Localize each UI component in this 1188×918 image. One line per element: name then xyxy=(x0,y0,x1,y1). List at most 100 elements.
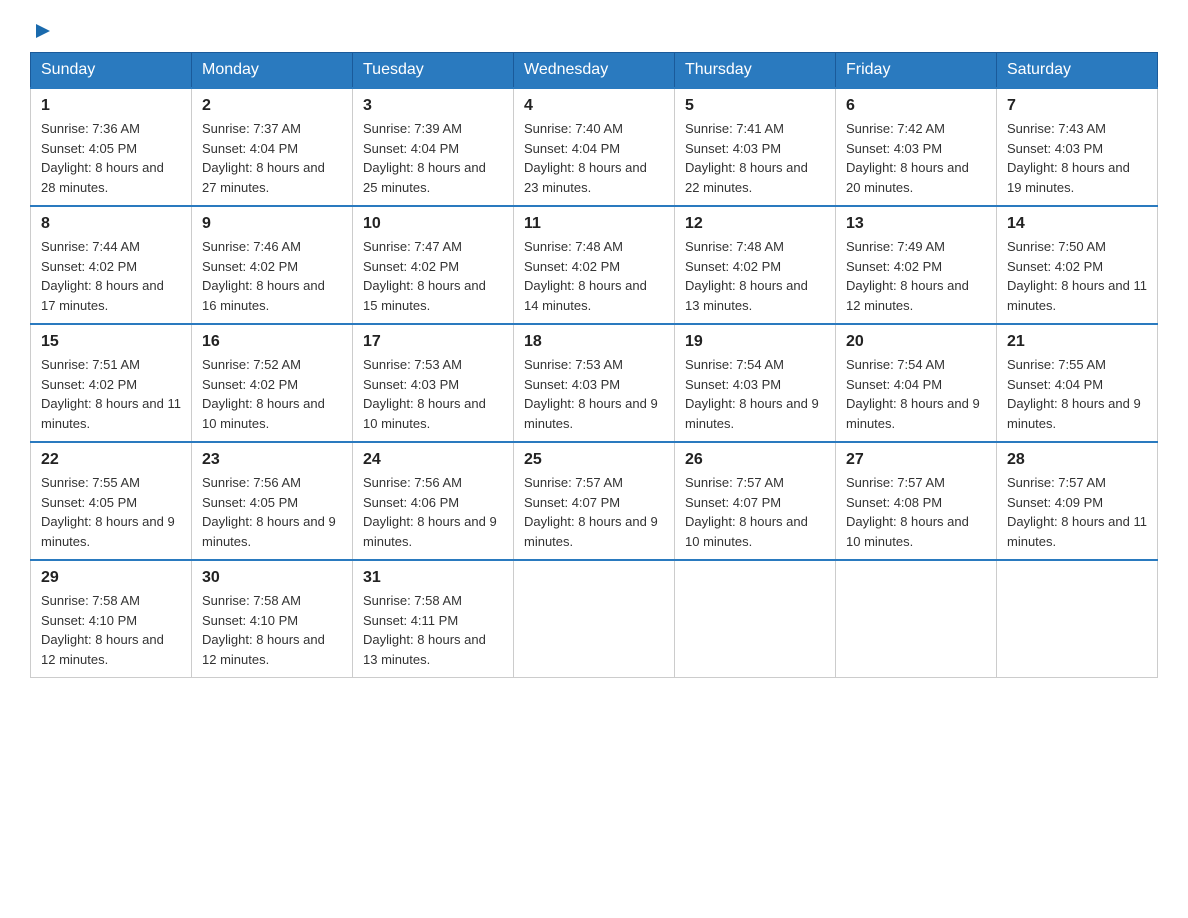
calendar-cell: 21Sunrise: 7:55 AMSunset: 4:04 PMDayligh… xyxy=(997,324,1158,442)
calendar-header-row: SundayMondayTuesdayWednesdayThursdayFrid… xyxy=(31,53,1158,89)
day-info: Sunrise: 7:36 AMSunset: 4:05 PMDaylight:… xyxy=(41,119,181,197)
day-number: 6 xyxy=(846,97,986,115)
page-header xyxy=(30,20,1158,42)
calendar-week-row: 1 Sunrise: 7:36 AMSunset: 4:05 PMDaylight… xyxy=(31,88,1158,206)
day-number: 2 xyxy=(202,97,342,115)
calendar-cell: 1 Sunrise: 7:36 AMSunset: 4:05 PMDaylight… xyxy=(31,88,192,206)
weekday-header-thursday: Thursday xyxy=(675,53,836,89)
calendar-cell: 29 Sunrise: 7:58 AMSunset: 4:10 PMDayligh… xyxy=(31,560,192,678)
calendar-cell: 2 Sunrise: 7:37 AMSunset: 4:04 PMDaylight… xyxy=(192,88,353,206)
day-number: 14 xyxy=(1007,215,1147,233)
calendar-cell: 20 Sunrise: 7:54 AMSunset: 4:04 PMDayligh… xyxy=(836,324,997,442)
calendar-cell: 11Sunrise: 7:48 AMSunset: 4:02 PMDayligh… xyxy=(514,206,675,324)
day-info: Sunrise: 7:57 AMSunset: 4:07 PMDaylight:… xyxy=(685,473,825,551)
day-number: 20 xyxy=(846,333,986,351)
weekday-header-friday: Friday xyxy=(836,53,997,89)
day-info: Sunrise: 7:57 AMSunset: 4:07 PMDaylight:… xyxy=(524,473,664,551)
day-number: 12 xyxy=(685,215,825,233)
day-info: Sunrise: 7:41 AMSunset: 4:03 PMDaylight:… xyxy=(685,119,825,197)
calendar-cell: 14 Sunrise: 7:50 AMSunset: 4:02 PMDayligh… xyxy=(997,206,1158,324)
day-info: Sunrise: 7:54 AMSunset: 4:04 PMDaylight:… xyxy=(846,355,986,433)
day-info: Sunrise: 7:49 AMSunset: 4:02 PMDaylight:… xyxy=(846,237,986,315)
day-number: 30 xyxy=(202,569,342,587)
day-number: 15 xyxy=(41,333,181,351)
day-info: Sunrise: 7:48 AMSunset: 4:02 PMDaylight:… xyxy=(685,237,825,315)
calendar-cell: 31 Sunrise: 7:58 AMSunset: 4:11 PMDayligh… xyxy=(353,560,514,678)
calendar-cell: 19 Sunrise: 7:54 AMSunset: 4:03 PMDayligh… xyxy=(675,324,836,442)
calendar-cell: 22 Sunrise: 7:55 AMSunset: 4:05 PMDayligh… xyxy=(31,442,192,560)
day-info: Sunrise: 7:55 AMSunset: 4:05 PMDaylight:… xyxy=(41,473,181,551)
day-number: 31 xyxy=(363,569,503,587)
day-info: Sunrise: 7:52 AMSunset: 4:02 PMDaylight:… xyxy=(202,355,342,433)
day-info: Sunrise: 7:47 AMSunset: 4:02 PMDaylight:… xyxy=(363,237,503,315)
weekday-header-saturday: Saturday xyxy=(997,53,1158,89)
day-number: 16 xyxy=(202,333,342,351)
calendar-cell: 18 Sunrise: 7:53 AMSunset: 4:03 PMDayligh… xyxy=(514,324,675,442)
calendar-cell: 5 Sunrise: 7:41 AMSunset: 4:03 PMDaylight… xyxy=(675,88,836,206)
calendar-cell: 8 Sunrise: 7:44 AMSunset: 4:02 PMDaylight… xyxy=(31,206,192,324)
weekday-header-tuesday: Tuesday xyxy=(353,53,514,89)
day-number: 24 xyxy=(363,451,503,469)
calendar-cell: 24Sunrise: 7:56 AMSunset: 4:06 PMDayligh… xyxy=(353,442,514,560)
day-info: Sunrise: 7:43 AMSunset: 4:03 PMDaylight:… xyxy=(1007,119,1147,197)
calendar-cell: 7 Sunrise: 7:43 AMSunset: 4:03 PMDaylight… xyxy=(997,88,1158,206)
calendar-cell: 15Sunrise: 7:51 AMSunset: 4:02 PMDayligh… xyxy=(31,324,192,442)
weekday-header-sunday: Sunday xyxy=(31,53,192,89)
day-info: Sunrise: 7:39 AMSunset: 4:04 PMDaylight:… xyxy=(363,119,503,197)
day-number: 7 xyxy=(1007,97,1147,115)
day-number: 22 xyxy=(41,451,181,469)
calendar-cell: 30Sunrise: 7:58 AMSunset: 4:10 PMDayligh… xyxy=(192,560,353,678)
logo-arrow-icon xyxy=(32,20,54,42)
weekday-header-wednesday: Wednesday xyxy=(514,53,675,89)
calendar-cell: 23Sunrise: 7:56 AMSunset: 4:05 PMDayligh… xyxy=(192,442,353,560)
day-number: 13 xyxy=(846,215,986,233)
day-info: Sunrise: 7:50 AMSunset: 4:02 PMDaylight:… xyxy=(1007,237,1147,315)
weekday-header-monday: Monday xyxy=(192,53,353,89)
logo xyxy=(30,20,54,42)
day-number: 26 xyxy=(685,451,825,469)
calendar-cell: 10 Sunrise: 7:47 AMSunset: 4:02 PMDayligh… xyxy=(353,206,514,324)
calendar-cell: 17 Sunrise: 7:53 AMSunset: 4:03 PMDayligh… xyxy=(353,324,514,442)
calendar-week-row: 8 Sunrise: 7:44 AMSunset: 4:02 PMDaylight… xyxy=(31,206,1158,324)
calendar-cell: 25 Sunrise: 7:57 AMSunset: 4:07 PMDayligh… xyxy=(514,442,675,560)
day-info: Sunrise: 7:58 AMSunset: 4:11 PMDaylight:… xyxy=(363,591,503,669)
calendar-week-row: 29 Sunrise: 7:58 AMSunset: 4:10 PMDayligh… xyxy=(31,560,1158,678)
calendar-cell: 27 Sunrise: 7:57 AMSunset: 4:08 PMDayligh… xyxy=(836,442,997,560)
day-info: Sunrise: 7:54 AMSunset: 4:03 PMDaylight:… xyxy=(685,355,825,433)
day-number: 4 xyxy=(524,97,664,115)
calendar-cell xyxy=(836,560,997,678)
calendar-cell xyxy=(997,560,1158,678)
day-number: 21 xyxy=(1007,333,1147,351)
calendar-cell: 6Sunrise: 7:42 AMSunset: 4:03 PMDaylight… xyxy=(836,88,997,206)
day-number: 27 xyxy=(846,451,986,469)
day-number: 3 xyxy=(363,97,503,115)
day-number: 10 xyxy=(363,215,503,233)
calendar-table: SundayMondayTuesdayWednesdayThursdayFrid… xyxy=(30,52,1158,678)
calendar-cell: 13 Sunrise: 7:49 AMSunset: 4:02 PMDayligh… xyxy=(836,206,997,324)
day-number: 25 xyxy=(524,451,664,469)
day-number: 29 xyxy=(41,569,181,587)
calendar-cell xyxy=(675,560,836,678)
day-info: Sunrise: 7:53 AMSunset: 4:03 PMDaylight:… xyxy=(524,355,664,433)
day-number: 19 xyxy=(685,333,825,351)
day-number: 18 xyxy=(524,333,664,351)
calendar-cell: 4Sunrise: 7:40 AMSunset: 4:04 PMDaylight… xyxy=(514,88,675,206)
day-number: 17 xyxy=(363,333,503,351)
day-number: 8 xyxy=(41,215,181,233)
day-number: 5 xyxy=(685,97,825,115)
day-info: Sunrise: 7:37 AMSunset: 4:04 PMDaylight:… xyxy=(202,119,342,197)
calendar-week-row: 22 Sunrise: 7:55 AMSunset: 4:05 PMDayligh… xyxy=(31,442,1158,560)
calendar-week-row: 15Sunrise: 7:51 AMSunset: 4:02 PMDayligh… xyxy=(31,324,1158,442)
calendar-cell: 9Sunrise: 7:46 AMSunset: 4:02 PMDaylight… xyxy=(192,206,353,324)
day-info: Sunrise: 7:44 AMSunset: 4:02 PMDaylight:… xyxy=(41,237,181,315)
calendar-cell: 12 Sunrise: 7:48 AMSunset: 4:02 PMDayligh… xyxy=(675,206,836,324)
day-number: 28 xyxy=(1007,451,1147,469)
day-info: Sunrise: 7:58 AMSunset: 4:10 PMDaylight:… xyxy=(41,591,181,669)
day-info: Sunrise: 7:53 AMSunset: 4:03 PMDaylight:… xyxy=(363,355,503,433)
day-number: 9 xyxy=(202,215,342,233)
day-info: Sunrise: 7:57 AMSunset: 4:08 PMDaylight:… xyxy=(846,473,986,551)
day-number: 1 xyxy=(41,97,181,115)
calendar-cell: 16 Sunrise: 7:52 AMSunset: 4:02 PMDayligh… xyxy=(192,324,353,442)
day-number: 23 xyxy=(202,451,342,469)
calendar-cell xyxy=(514,560,675,678)
